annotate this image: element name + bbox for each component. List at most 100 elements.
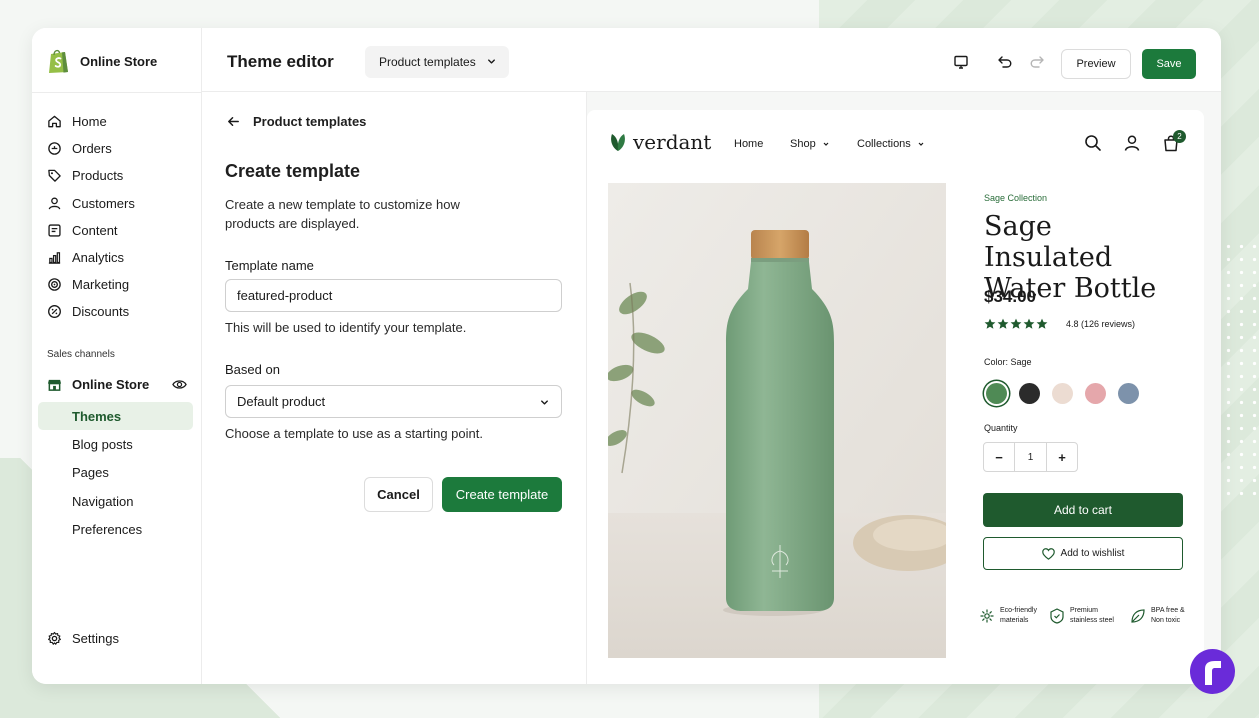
content-icon bbox=[47, 223, 62, 238]
sidebar-item-label: Marketing bbox=[72, 277, 130, 293]
online-store-subnav: Themes Blog posts Pages Navigation Prefe… bbox=[38, 402, 193, 544]
template-dropdown-value: Product templates bbox=[379, 55, 476, 69]
main-nav: Home Orders Products Customers Content A… bbox=[47, 108, 197, 326]
form-description: Create a new template to customize how p… bbox=[225, 197, 460, 231]
eye-icon[interactable] bbox=[172, 377, 187, 392]
storefront-icon bbox=[47, 377, 62, 392]
sidebar-item-orders[interactable]: Orders bbox=[47, 135, 197, 162]
rating-text[interactable]: 4.8 (126 reviews) bbox=[1066, 319, 1135, 329]
store-nav-home[interactable]: Home bbox=[734, 138, 763, 150]
store-logo[interactable]: verdant bbox=[609, 130, 711, 154]
based-on-select[interactable]: Default product bbox=[225, 385, 562, 418]
template-name-help: This will be used to identify your templ… bbox=[225, 320, 467, 335]
chevron-down-icon bbox=[488, 59, 495, 64]
app-badge[interactable] bbox=[1190, 649, 1235, 694]
settings-label: Settings bbox=[72, 631, 119, 646]
desktop-view-icon[interactable] bbox=[953, 54, 969, 70]
sidebar-item-pages[interactable]: Pages bbox=[38, 459, 193, 487]
bar-chart-icon bbox=[47, 250, 62, 265]
sidebar: Online Store Home Orders Products Custom… bbox=[32, 28, 202, 684]
sidebar-item-settings[interactable]: Settings bbox=[47, 631, 119, 646]
account-icon[interactable] bbox=[1123, 134, 1141, 152]
store-nav-label: Home bbox=[734, 138, 764, 150]
template-dropdown[interactable]: Product templates bbox=[365, 46, 509, 78]
sidebar-item-label: Customers bbox=[72, 195, 135, 211]
home-icon bbox=[47, 114, 62, 129]
color-swatch[interactable] bbox=[1085, 383, 1106, 404]
sidebar-item-products[interactable]: Products bbox=[47, 162, 197, 189]
quantity-decrease-button[interactable]: − bbox=[984, 443, 1014, 471]
collection-label[interactable]: Sage Collection bbox=[984, 193, 1047, 203]
water-bottle-image bbox=[608, 183, 946, 658]
template-name-label: Template name bbox=[225, 258, 314, 273]
color-swatch[interactable] bbox=[1019, 383, 1040, 404]
editor-header: Theme editor Product templates Preview S… bbox=[202, 28, 1221, 92]
add-to-wishlist-button[interactable]: Add to wishlist bbox=[983, 537, 1183, 570]
color-swatch[interactable] bbox=[1052, 383, 1073, 404]
star-icon bbox=[1023, 318, 1035, 329]
star-icon bbox=[1010, 318, 1022, 329]
feature-eco-friendly: Eco-friendly materials bbox=[979, 606, 1048, 626]
brand-name: Online Store bbox=[80, 53, 158, 69]
app-window: Online Store Home Orders Products Custom… bbox=[32, 28, 1221, 684]
feature-text: Eco-friendly materials bbox=[1000, 607, 1037, 624]
add-to-cart-button[interactable]: Add to cart bbox=[983, 493, 1183, 527]
shopify-bag-icon bbox=[49, 49, 68, 73]
based-on-value: Default product bbox=[237, 394, 326, 409]
brand[interactable]: Online Store bbox=[47, 48, 157, 74]
create-template-panel: Product templates Create template Create… bbox=[202, 92, 587, 684]
redo-icon[interactable] bbox=[1029, 54, 1045, 70]
heart-icon bbox=[1041, 547, 1055, 560]
sidebar-item-marketing[interactable]: Marketing bbox=[47, 271, 197, 298]
save-button[interactable]: Save bbox=[1142, 49, 1196, 79]
sidebar-item-label: Content bbox=[72, 222, 118, 238]
sidebar-item-customers[interactable]: Customers bbox=[47, 190, 197, 217]
sidebar-item-online-store[interactable]: Online Store bbox=[47, 374, 187, 394]
sidebar-item-home[interactable]: Home bbox=[47, 108, 197, 135]
tag-icon bbox=[47, 168, 62, 183]
chevron-down-icon bbox=[918, 142, 924, 146]
sidebar-item-preferences[interactable]: Preferences bbox=[38, 516, 193, 544]
quantity-label: Quantity bbox=[984, 423, 1018, 433]
leaf-logo-icon bbox=[611, 134, 625, 151]
cancel-button[interactable]: Cancel bbox=[364, 477, 433, 512]
sidebar-item-blog-posts[interactable]: Blog posts bbox=[38, 430, 193, 458]
based-on-label: Based on bbox=[225, 362, 280, 377]
sidebar-item-content[interactable]: Content bbox=[47, 217, 197, 244]
star-icon bbox=[1036, 318, 1048, 329]
storefront-preview: verdant Home Shop Collections 2 Sage Col… bbox=[587, 110, 1204, 684]
target-icon bbox=[47, 277, 62, 292]
color-label: Color: Sage bbox=[984, 357, 1032, 367]
store-nav-label: Shop bbox=[790, 138, 816, 150]
leaf-check-icon bbox=[1131, 609, 1145, 623]
feature-bpa-free: BPA free & Non toxic bbox=[1130, 606, 1199, 626]
color-swatch[interactable] bbox=[986, 383, 1007, 404]
sidebar-item-analytics[interactable]: Analytics bbox=[47, 244, 197, 271]
gear-icon bbox=[47, 631, 62, 646]
cart-count-badge: 2 bbox=[1173, 130, 1186, 143]
store-nav-collections[interactable]: Collections bbox=[857, 138, 925, 150]
preview-button[interactable]: Preview bbox=[1061, 49, 1131, 79]
sidebar-item-themes[interactable]: Themes bbox=[38, 402, 193, 431]
based-on-help: Choose a template to use as a starting p… bbox=[225, 426, 483, 441]
chevron-down-icon bbox=[823, 142, 829, 146]
sales-channels-heading: Sales channels bbox=[47, 349, 115, 360]
eco-leaf-icon bbox=[980, 609, 994, 623]
sidebar-item-label: Home bbox=[72, 114, 107, 130]
search-icon[interactable] bbox=[1084, 134, 1102, 152]
back-label: Product templates bbox=[253, 114, 367, 129]
sidebar-item-label: Analytics bbox=[72, 250, 125, 266]
feature-text: BPA free & Non toxic bbox=[1151, 607, 1185, 624]
arrow-left-icon bbox=[228, 117, 239, 126]
template-name-input[interactable] bbox=[225, 279, 562, 312]
undo-icon[interactable] bbox=[997, 54, 1013, 70]
sidebar-item-navigation[interactable]: Navigation bbox=[38, 487, 193, 515]
back-to-templates[interactable]: Product templates bbox=[226, 114, 366, 129]
quantity-value[interactable]: 1 bbox=[1014, 443, 1047, 471]
discount-icon bbox=[47, 304, 62, 319]
store-nav-shop[interactable]: Shop bbox=[790, 138, 830, 150]
sidebar-item-discounts[interactable]: Discounts bbox=[47, 298, 197, 325]
color-swatch[interactable] bbox=[1118, 383, 1139, 404]
create-template-button[interactable]: Create template bbox=[442, 477, 562, 512]
quantity-increase-button[interactable]: + bbox=[1047, 443, 1077, 471]
